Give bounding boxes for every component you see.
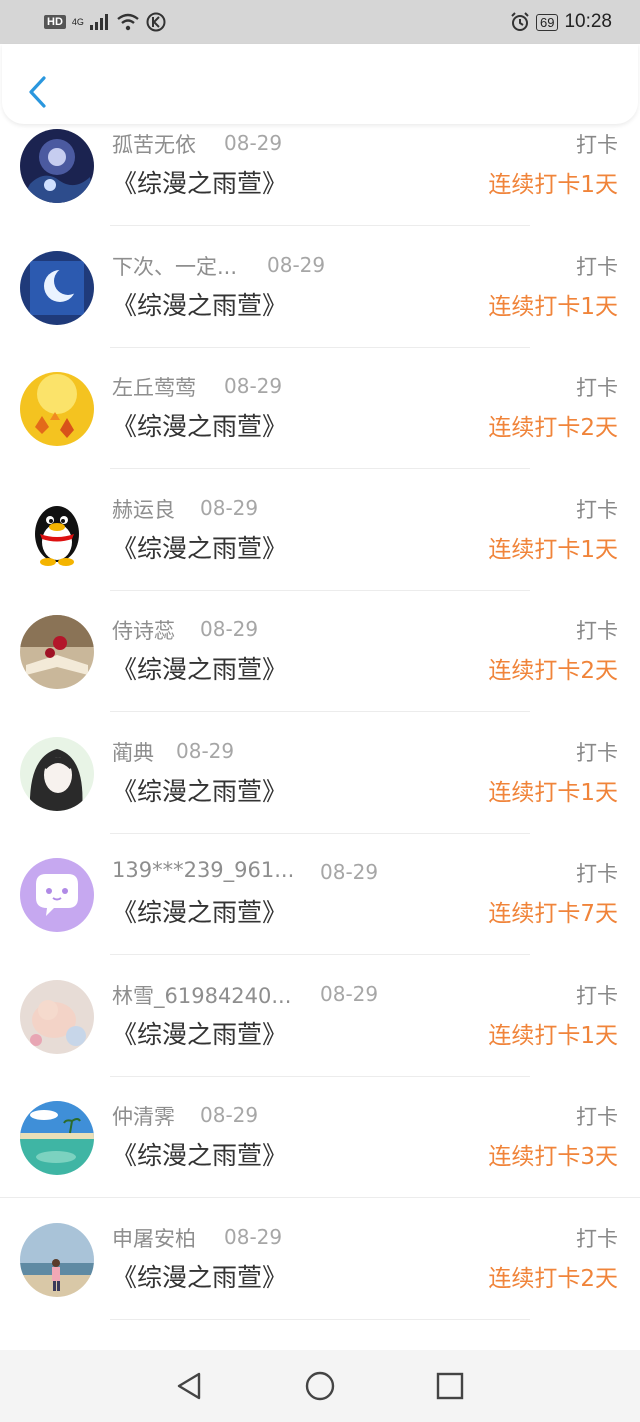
user-name: 孤苦无依 bbox=[112, 133, 196, 157]
signal-icon bbox=[89, 14, 108, 30]
book-title: 《综漫之雨萱》 bbox=[112, 655, 288, 684]
streak-label: 连续打卡1天 bbox=[488, 172, 618, 198]
list-item[interactable]: 申屠安柏 08-29 《综漫之雨萱》 打卡 连续打卡2天 bbox=[0, 1201, 640, 1323]
list-item[interactable]: 左丘莺莺 08-29 《综漫之雨萱》 打卡 连续打卡2天 bbox=[0, 350, 640, 472]
penguin-avatar[interactable] bbox=[20, 493, 94, 568]
divider bbox=[110, 711, 530, 712]
user-name: 蔺典 bbox=[112, 740, 154, 765]
checkin-date: 08-29 bbox=[224, 374, 283, 398]
checkin-date: 08-29 bbox=[200, 495, 259, 520]
checkin-date: 08-29 bbox=[176, 738, 235, 763]
beach-avatar[interactable] bbox=[20, 1101, 94, 1175]
nav-recents-icon[interactable] bbox=[433, 1369, 467, 1403]
checkin-tag: 打卡 bbox=[576, 254, 618, 279]
list-item[interactable]: 侍诗蕊 08-29 《综漫之雨萱》 打卡 连续打卡2天 bbox=[0, 593, 640, 715]
checkin-date: 08-29 bbox=[320, 981, 379, 1006]
list-item[interactable]: 孤苦无依 08-29 《综漫之雨萱》 打卡 连续打卡1天 bbox=[0, 124, 640, 229]
streak-label: 连续打卡1天 bbox=[488, 779, 618, 806]
divider bbox=[110, 954, 530, 955]
wifi-icon bbox=[117, 13, 139, 31]
checkin-date: 08-29 bbox=[267, 252, 326, 277]
book-title: 《综漫之雨萱》 bbox=[112, 776, 288, 806]
list-item[interactable]: 林雪_61984240... 08-29 《综漫之雨萱》 打卡 连续打卡1天 bbox=[0, 958, 640, 1080]
back-arrow-icon[interactable] bbox=[24, 74, 52, 110]
k-icon bbox=[146, 12, 166, 32]
checkin-tag: 打卡 bbox=[576, 497, 618, 522]
streak-label: 连续打卡2天 bbox=[488, 658, 618, 684]
checkin-list: 孤苦无依 08-29 《综漫之雨萱》 打卡 连续打卡1天 下次、一定... 08… bbox=[0, 124, 640, 1350]
user-name: 左丘莺莺 bbox=[112, 376, 196, 400]
book-title: 《综漫之雨萱》 bbox=[112, 290, 288, 320]
galaxy-avatar[interactable] bbox=[20, 129, 94, 203]
list-item[interactable]: 仲清霁 08-29 《综漫之雨萱》 打卡 连续打卡3天 bbox=[0, 1079, 640, 1201]
checkin-tag: 打卡 bbox=[576, 740, 618, 765]
rose-book-avatar[interactable] bbox=[20, 615, 94, 689]
moon-avatar[interactable] bbox=[20, 250, 94, 325]
divider bbox=[110, 346, 530, 348]
book-title: 《综漫之雨萱》 bbox=[112, 1019, 288, 1049]
chat-bubble-avatar[interactable] bbox=[20, 858, 94, 932]
seaside-person-avatar[interactable] bbox=[20, 1222, 94, 1297]
checkin-date: 08-29 bbox=[224, 131, 283, 155]
checkin-date: 08-29 bbox=[200, 617, 259, 641]
streak-label: 连续打卡1天 bbox=[488, 536, 618, 563]
user-name: 侍诗蕊 bbox=[112, 619, 175, 643]
divider bbox=[110, 225, 530, 226]
book-title: 《综漫之雨萱》 bbox=[112, 169, 288, 198]
user-name: 赫运良 bbox=[112, 497, 175, 522]
divider bbox=[110, 1318, 530, 1320]
checkin-tag: 打卡 bbox=[576, 376, 618, 400]
book-title: 《综漫之雨萱》 bbox=[112, 1262, 288, 1292]
streak-label: 连续打卡3天 bbox=[488, 1144, 618, 1170]
nav-back-icon[interactable] bbox=[173, 1369, 207, 1403]
list-item[interactable]: 下次、一定... 08-29 《综漫之雨萱》 打卡 连续打卡1天 bbox=[0, 229, 640, 351]
status-bar: HD 4G 69 10:28 bbox=[0, 0, 640, 44]
book-title: 《综漫之雨萱》 bbox=[112, 898, 288, 927]
user-name: 仲清霁 bbox=[112, 1105, 175, 1129]
app-header bbox=[2, 44, 638, 124]
checkin-date: 08-29 bbox=[320, 860, 379, 884]
checkin-tag: 打卡 bbox=[576, 983, 618, 1008]
user-name: 139***239_961... bbox=[112, 858, 295, 882]
checkin-tag: 打卡 bbox=[576, 619, 618, 643]
streak-label: 连续打卡2天 bbox=[488, 415, 618, 441]
checkin-date: 08-29 bbox=[200, 1103, 259, 1127]
user-name: 林雪_61984240... bbox=[112, 983, 292, 1008]
divider bbox=[0, 1197, 640, 1198]
book-title: 《综漫之雨萱》 bbox=[112, 1141, 288, 1170]
list-item[interactable]: 赫运良 08-29 《综漫之雨萱》 打卡 连续打卡1天 bbox=[0, 472, 640, 594]
book-title: 《综漫之雨萱》 bbox=[112, 412, 288, 441]
checkin-tag: 打卡 bbox=[576, 1226, 618, 1251]
streak-label: 连续打卡7天 bbox=[488, 901, 618, 927]
checkin-tag: 打卡 bbox=[576, 1105, 618, 1129]
system-nav-bar bbox=[0, 1350, 640, 1422]
alarm-icon bbox=[511, 12, 529, 31]
list-item[interactable]: 139***239_961... 08-29 《综漫之雨萱》 打卡 连续打卡7天 bbox=[0, 836, 640, 958]
streak-label: 连续打卡1天 bbox=[488, 1022, 618, 1049]
network-label: 4G bbox=[71, 16, 84, 27]
user-name: 下次、一定... bbox=[112, 254, 238, 279]
checkin-date: 08-29 bbox=[224, 1224, 283, 1249]
book-title: 《综漫之雨萱》 bbox=[112, 533, 288, 563]
anime-girl-avatar[interactable] bbox=[20, 736, 94, 811]
nav-home-icon[interactable] bbox=[303, 1369, 337, 1403]
baby-avatar[interactable] bbox=[20, 979, 94, 1054]
hd-icon: HD bbox=[44, 15, 66, 29]
status-right: 69 10:28 bbox=[510, 11, 612, 33]
checkin-tag: 打卡 bbox=[576, 862, 618, 886]
checkin-tag: 打卡 bbox=[576, 133, 618, 157]
streak-label: 连续打卡1天 bbox=[488, 293, 618, 320]
divider bbox=[110, 589, 530, 591]
divider bbox=[110, 1075, 530, 1077]
divider bbox=[110, 832, 530, 834]
autumn-leaves-avatar[interactable] bbox=[20, 372, 94, 446]
battery-icon: 69 bbox=[535, 13, 559, 31]
user-name: 申屠安柏 bbox=[112, 1226, 196, 1251]
status-left: HD 4G bbox=[44, 12, 166, 32]
divider bbox=[110, 468, 530, 469]
list-item[interactable]: 蔺典 08-29 《综漫之雨萱》 打卡 连续打卡1天 bbox=[0, 715, 640, 837]
status-time: 10:28 bbox=[564, 11, 612, 32]
streak-label: 连续打卡2天 bbox=[488, 1265, 618, 1292]
